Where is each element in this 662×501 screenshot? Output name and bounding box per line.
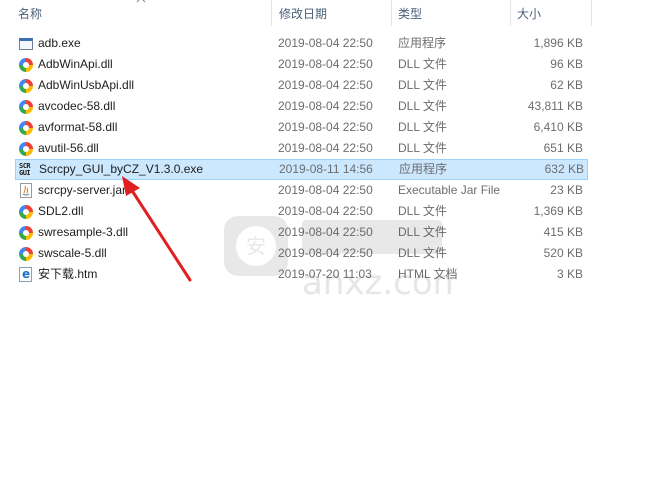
file-type: DLL 文件 (398, 57, 447, 71)
file-date: 2019-08-04 22:50 (278, 225, 373, 239)
file-row[interactable]: swscale-5.dll 2019-08-04 22:50 DLL 文件 520 K… (0, 243, 662, 264)
file-row[interactable]: AdbWinUsbApi.dll 2019-08-04 22:50 DLL 文件 62… (0, 75, 662, 96)
file-row[interactable]: avcodec-58.dll 2019-08-04 22:50 DLL 文件 43,8… (0, 96, 662, 117)
file-type: DLL 文件 (398, 120, 447, 134)
htm-icon (18, 267, 34, 283)
file-name: avutil-56.dll (38, 141, 99, 155)
file-type: DLL 文件 (398, 99, 447, 113)
file-size: 6,410 KB (533, 120, 583, 134)
dll-icon (18, 99, 34, 115)
file-date: 2019-08-04 22:50 (278, 120, 373, 134)
file-type: Executable Jar File (398, 183, 501, 197)
file-size: 62 KB (550, 78, 583, 92)
column-divider[interactable] (271, 0, 272, 26)
file-name: AdbWinApi.dll (38, 57, 113, 71)
file-name: adb.exe (38, 36, 81, 50)
file-size: 1,896 KB (533, 36, 583, 50)
file-size: 520 KB (543, 246, 583, 260)
file-row[interactable]: AdbWinApi.dll 2019-08-04 22:50 DLL 文件 96 KB (0, 54, 662, 75)
file-date: 2019-08-04 22:50 (278, 204, 373, 218)
dll-icon (18, 141, 34, 157)
file-size: 651 KB (543, 141, 583, 155)
file-name: avformat-58.dll (38, 120, 118, 134)
dll-icon (18, 246, 34, 262)
exe-icon (18, 36, 34, 52)
file-size: 43,811 KB (527, 99, 583, 113)
jar-icon (18, 183, 34, 199)
dll-icon (18, 57, 34, 73)
file-size: 23 KB (550, 183, 583, 197)
column-header-bar: 名称 修改日期 类型 大小 (0, 0, 662, 26)
file-row[interactable]: avformat-58.dll 2019-08-04 22:50 DLL 文件 6,4… (0, 117, 662, 138)
file-size: 3 KB (556, 267, 583, 281)
file-row[interactable]: swresample-3.dll 2019-08-04 22:50 DLL 文件 41… (0, 222, 662, 243)
file-name: swresample-3.dll (38, 225, 129, 239)
file-date: 2019-08-04 22:50 (278, 141, 373, 155)
file-name: swscale-5.dll (38, 246, 107, 260)
file-row[interactable]: SCR GUI Scrcpy_GUI_byCZ_V1.3.0.exe 2019-08… (15, 159, 588, 180)
column-header-name[interactable]: 名称 (12, 0, 271, 26)
file-date: 2019-08-04 22:50 (278, 246, 373, 260)
column-header-date[interactable]: 修改日期 (273, 0, 392, 26)
file-name: SDL2.dll (38, 204, 84, 218)
column-divider[interactable] (591, 0, 592, 26)
file-row[interactable]: SDL2.dll 2019-08-04 22:50 DLL 文件 1,369 KB (0, 201, 662, 222)
scrcpy-icon: SCR GUI (19, 162, 35, 178)
file-date: 2019-08-04 22:50 (278, 78, 373, 92)
file-date: 2019-08-04 22:50 (278, 57, 373, 71)
file-name: AdbWinUsbApi.dll (38, 78, 135, 92)
file-name: 安下载.htm (38, 267, 98, 281)
file-row[interactable]: avutil-56.dll 2019-08-04 22:50 DLL 文件 651 K… (0, 138, 662, 159)
file-size: 632 KB (544, 162, 584, 176)
file-name: avcodec-58.dll (38, 99, 116, 113)
dll-icon (18, 78, 34, 94)
dll-icon (18, 225, 34, 241)
file-type: DLL 文件 (398, 204, 447, 218)
dll-icon (18, 120, 34, 136)
file-row[interactable]: adb.exe 2019-08-04 22:50 应用程序 1,896 KB (0, 33, 662, 54)
file-type: DLL 文件 (398, 246, 447, 260)
file-name: scrcpy-server.jar (38, 183, 127, 197)
file-type: HTML 文档 (398, 267, 458, 281)
file-type: DLL 文件 (398, 225, 447, 239)
file-date: 2019-08-04 22:50 (278, 36, 373, 50)
file-type: DLL 文件 (398, 141, 447, 155)
file-date: 2019-08-04 22:50 (278, 99, 373, 113)
dll-icon (18, 204, 34, 220)
file-date: 2019-08-04 22:50 (278, 183, 373, 197)
file-row[interactable]: 安下载.htm 2019-07-20 11:03 HTML 文档 3 KB (0, 264, 662, 285)
scrcpy-icon-text: SCR GUI (19, 162, 31, 177)
column-header-type[interactable]: 类型 (392, 0, 511, 26)
file-size: 415 KB (543, 225, 583, 239)
file-type: DLL 文件 (398, 78, 447, 92)
file-size: 96 KB (550, 57, 583, 71)
file-date: 2019-07-20 11:03 (278, 267, 372, 281)
file-date: 2019-08-11 14:56 (279, 162, 373, 176)
file-type: 应用程序 (399, 162, 448, 176)
file-row[interactable]: scrcpy-server.jar 2019-08-04 22:50 Executa… (0, 180, 662, 201)
file-name: Scrcpy_GUI_byCZ_V1.3.0.exe (39, 162, 204, 176)
file-size: 1,369 KB (533, 204, 583, 218)
column-header-size[interactable]: 大小 (511, 0, 592, 26)
file-type: 应用程序 (398, 36, 447, 50)
